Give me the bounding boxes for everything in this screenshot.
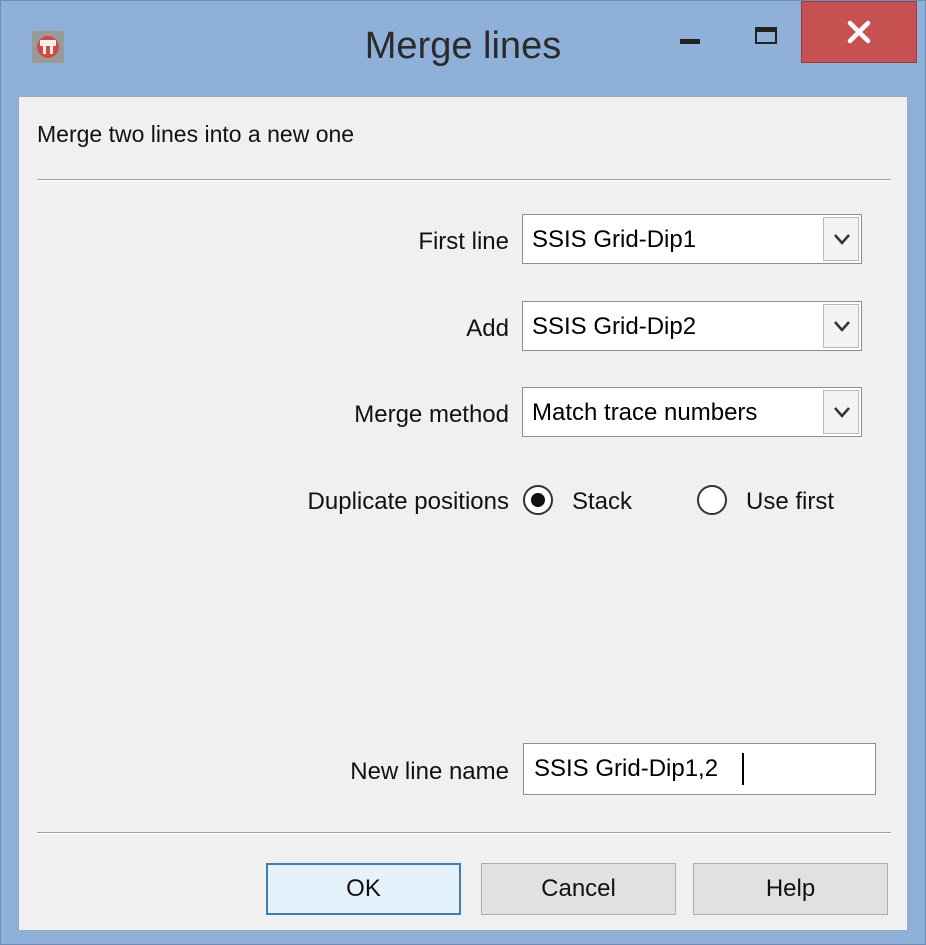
add-value: SSIS Grid-Dip2: [532, 313, 697, 340]
minimize-button[interactable]: [656, 1, 724, 67]
ok-button[interactable]: OK: [266, 863, 461, 915]
first-line-label: First line: [418, 228, 509, 255]
close-icon: [847, 20, 871, 44]
stack-radio[interactable]: [523, 485, 553, 515]
cancel-button[interactable]: Cancel: [481, 863, 676, 915]
first-line-dropdown-button[interactable]: [823, 217, 859, 261]
title-bar[interactable]: Merge lines: [1, 1, 925, 96]
chevron-down-icon: [834, 407, 850, 418]
maximize-button[interactable]: [731, 1, 801, 67]
dialog-description: Merge two lines into a new one: [37, 121, 355, 147]
radio-selected-dot: [531, 493, 545, 507]
chevron-down-icon: [834, 234, 850, 245]
stack-radio-label[interactable]: Stack: [572, 488, 632, 516]
use-first-radio-label[interactable]: Use first: [746, 488, 834, 516]
merge-method-select[interactable]: Match trace numbers: [522, 387, 862, 437]
add-label: Add: [466, 315, 509, 342]
duplicate-positions-label: Duplicate positions: [307, 488, 509, 515]
merge-lines-dialog: Merge lines Merge two lines into a new o…: [0, 0, 926, 945]
close-button[interactable]: [801, 1, 917, 63]
new-line-name-input[interactable]: [523, 743, 876, 795]
add-dropdown-button[interactable]: [823, 304, 859, 348]
maximize-icon: [755, 27, 777, 44]
use-first-radio[interactable]: [697, 485, 727, 515]
first-line-select[interactable]: SSIS Grid-Dip1: [522, 214, 862, 264]
bottom-separator: [37, 832, 891, 834]
chevron-down-icon: [834, 321, 850, 332]
merge-method-dropdown-button[interactable]: [823, 390, 859, 434]
new-line-name-label: New line name: [350, 758, 509, 785]
minimize-icon: [680, 39, 700, 44]
add-select[interactable]: SSIS Grid-Dip2: [522, 301, 862, 351]
help-button[interactable]: Help: [693, 863, 888, 915]
text-caret: [742, 753, 744, 785]
merge-method-label: Merge method: [354, 401, 509, 428]
merge-method-value: Match trace numbers: [532, 399, 758, 426]
first-line-value: SSIS Grid-Dip1: [532, 226, 697, 253]
top-separator: [37, 179, 891, 181]
